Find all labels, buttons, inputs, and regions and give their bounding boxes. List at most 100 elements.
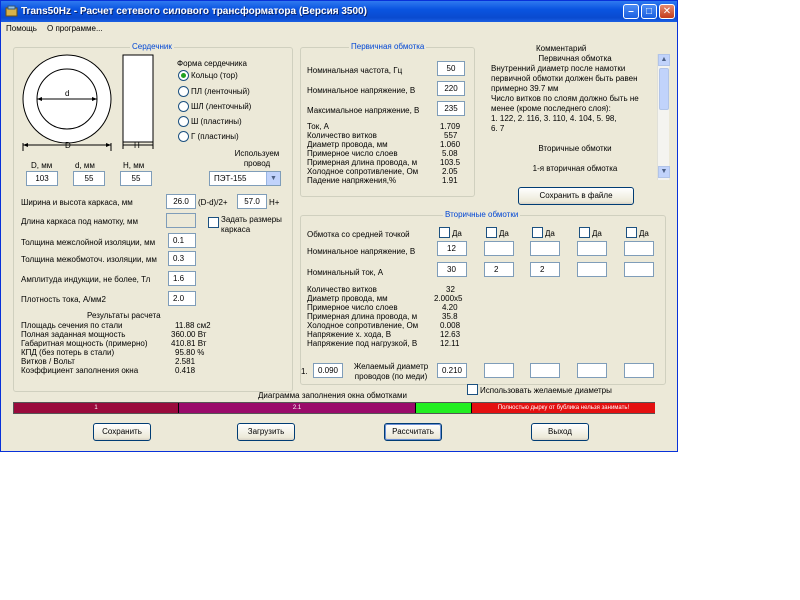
primary-result-value: 1.91 bbox=[442, 176, 458, 185]
secondary-current-input[interactable]: 2 bbox=[530, 262, 560, 277]
winding-insulation-input[interactable]: 0.3 bbox=[168, 251, 196, 266]
induction-input[interactable]: 1.6 bbox=[168, 271, 196, 286]
shape-label-g: Г (пластины) bbox=[191, 132, 239, 141]
minimize-button[interactable]: – bbox=[623, 4, 639, 19]
result-label: КПД (без потерь в стали) bbox=[21, 348, 115, 357]
frame-length-input[interactable] bbox=[166, 213, 196, 228]
current-density-label: Плотность тока, А/мм2 bbox=[21, 295, 106, 304]
midpoint-checkbox[interactable] bbox=[579, 227, 590, 238]
secondary-voltage-input[interactable] bbox=[624, 241, 654, 256]
primary-result-value: 1.060 bbox=[440, 140, 461, 149]
inner-d-label: d, мм bbox=[75, 161, 95, 170]
current-density-input[interactable]: 2.0 bbox=[168, 291, 196, 306]
menu-bar: Помощь О программе... bbox=[1, 22, 677, 36]
shape-radio-g[interactable] bbox=[178, 131, 189, 142]
use-desired-checkbox[interactable] bbox=[467, 384, 478, 395]
comment-line: примерно 39.7 мм bbox=[491, 84, 559, 93]
desired-diameter-input[interactable] bbox=[530, 363, 560, 378]
comment-scrollbar[interactable]: ▲ ▼ bbox=[657, 54, 670, 180]
result-label: Коэффициент заполнения окна bbox=[21, 366, 139, 375]
maximize-button[interactable]: □ bbox=[641, 4, 657, 19]
desired-diameter-input[interactable] bbox=[577, 363, 607, 378]
midpoint-yes-label: Да bbox=[452, 229, 462, 238]
height-input[interactable]: 55 bbox=[120, 171, 152, 186]
layer-insulation-input[interactable]: 0.1 bbox=[168, 233, 196, 248]
height-h-label: H, мм bbox=[123, 161, 145, 170]
desired-diameter-input[interactable] bbox=[624, 363, 654, 378]
desired-diameter-input[interactable] bbox=[484, 363, 514, 378]
comment-title: Комментарий bbox=[536, 44, 587, 53]
induction-label: Амплитуда индукции, не более, Тл bbox=[21, 275, 151, 284]
secondary-result-value: 12.11 bbox=[440, 339, 460, 348]
secondary-result-label: Напряжение х. хода, В bbox=[307, 330, 392, 339]
desired-first-input[interactable]: 0.090 bbox=[313, 363, 343, 378]
secondary-result-value: 4.20 bbox=[442, 303, 458, 312]
result-value: 2.581 bbox=[175, 357, 196, 366]
save-to-file-button[interactable]: Сохранить в файле bbox=[518, 187, 634, 205]
midpoint-checkbox[interactable] bbox=[439, 227, 450, 238]
save-button[interactable]: Сохранить bbox=[93, 423, 151, 441]
primary-result-value: 557 bbox=[444, 131, 458, 140]
secondary-current-input[interactable] bbox=[577, 262, 607, 277]
secondary-voltage-input[interactable] bbox=[484, 241, 514, 256]
secondary-result-value: 0.008 bbox=[440, 321, 461, 330]
scroll-thumb[interactable] bbox=[659, 68, 669, 110]
chevron-down-icon[interactable]: ▼ bbox=[266, 172, 280, 185]
result-label: Витков / Вольт bbox=[21, 357, 75, 366]
title-bar[interactable]: Trans50Hz - Расчет сетевого силового тра… bbox=[1, 1, 677, 22]
secondary-voltage-input[interactable] bbox=[577, 241, 607, 256]
secondary-voltage-input[interactable]: 12 bbox=[437, 241, 467, 256]
midpoint-checkbox[interactable] bbox=[626, 227, 637, 238]
comment-box[interactable]: Первичная обмотка Внутренний диаметр пос… bbox=[491, 54, 659, 180]
primary-voltage-input[interactable]: 220 bbox=[437, 81, 465, 96]
result-value: 410.81 Вт bbox=[171, 339, 207, 348]
close-button[interactable]: ✕ bbox=[659, 4, 675, 19]
load-button[interactable]: Загрузить bbox=[237, 423, 295, 441]
frequency-input[interactable]: 50 bbox=[437, 61, 465, 76]
secondary-result-label: Напряжение под нагрузкой, В bbox=[307, 339, 418, 348]
primary-result-value: 2.05 bbox=[442, 167, 458, 176]
scroll-up-icon[interactable]: ▲ bbox=[658, 54, 670, 66]
midpoint-checkbox[interactable] bbox=[486, 227, 497, 238]
max-voltage-label: Максимальное напряжение, В bbox=[307, 106, 420, 115]
secondary-voltage-label: Номинальное напряжение, В bbox=[307, 247, 416, 256]
inner-diameter-input[interactable]: 55 bbox=[73, 171, 105, 186]
primary-result-value: 5.08 bbox=[442, 149, 458, 158]
menu-help[interactable]: Помощь bbox=[6, 24, 37, 33]
primary-result-label: Холодное сопротивление, Ом bbox=[307, 167, 419, 176]
shape-radio-shl[interactable] bbox=[178, 101, 189, 112]
menu-about[interactable]: О программе... bbox=[47, 24, 103, 33]
comment-line: 1-я вторичная обмотка bbox=[532, 164, 618, 173]
max-voltage-input[interactable]: 235 bbox=[437, 101, 465, 116]
frame-size-checkbox[interactable] bbox=[208, 217, 219, 228]
shape-radio-pl[interactable] bbox=[178, 86, 189, 97]
shape-label-pl: ПЛ (ленточный) bbox=[191, 87, 250, 96]
secondary-current-input[interactable]: 30 bbox=[437, 262, 467, 277]
secondary-voltage-input[interactable] bbox=[530, 241, 560, 256]
primary-result-value: 1.709 bbox=[440, 122, 461, 131]
scroll-down-icon[interactable]: ▼ bbox=[658, 166, 670, 178]
secondary-result-label: Примерная длина провода, м bbox=[307, 312, 418, 321]
outer-diameter-input[interactable]: 103 bbox=[26, 171, 58, 186]
secondary-current-input[interactable]: 2 bbox=[484, 262, 514, 277]
shape-radio-sh[interactable] bbox=[178, 116, 189, 127]
secondary-result-value: 12.63 bbox=[440, 330, 461, 339]
result-value: 95.80 % bbox=[175, 348, 205, 357]
primary-result-label: Диаметр провода, мм bbox=[307, 140, 388, 149]
calculate-button[interactable]: Рассчитать bbox=[384, 423, 442, 441]
midpoint-checkbox[interactable] bbox=[532, 227, 543, 238]
comment-line: 6. 7 bbox=[491, 124, 505, 133]
exit-button[interactable]: Выход bbox=[531, 423, 589, 441]
frame-size-label: Ширина и высота каркаса, мм bbox=[21, 198, 133, 207]
midpoint-yes-label: Да bbox=[499, 229, 509, 238]
comment-line: 1. 122, 2. 116, 3. 110, 4. 104, 5. 98, bbox=[491, 114, 617, 123]
shape-label-shl: ШЛ (ленточный) bbox=[191, 102, 252, 111]
frame-height-input[interactable]: 57.0 bbox=[237, 194, 267, 209]
secondary-current-input[interactable] bbox=[624, 262, 654, 277]
primary-group-title: Первичная обмотка bbox=[349, 42, 427, 51]
secondary-result-value: 2.000x5 bbox=[434, 294, 463, 303]
desired-diameter-input[interactable]: 0.210 bbox=[437, 363, 467, 378]
frame-width-input[interactable]: 26.0 bbox=[166, 194, 196, 209]
shape-radio-ring[interactable] bbox=[178, 70, 189, 81]
wire-select[interactable]: ПЭТ-155 ▼ bbox=[209, 171, 281, 186]
